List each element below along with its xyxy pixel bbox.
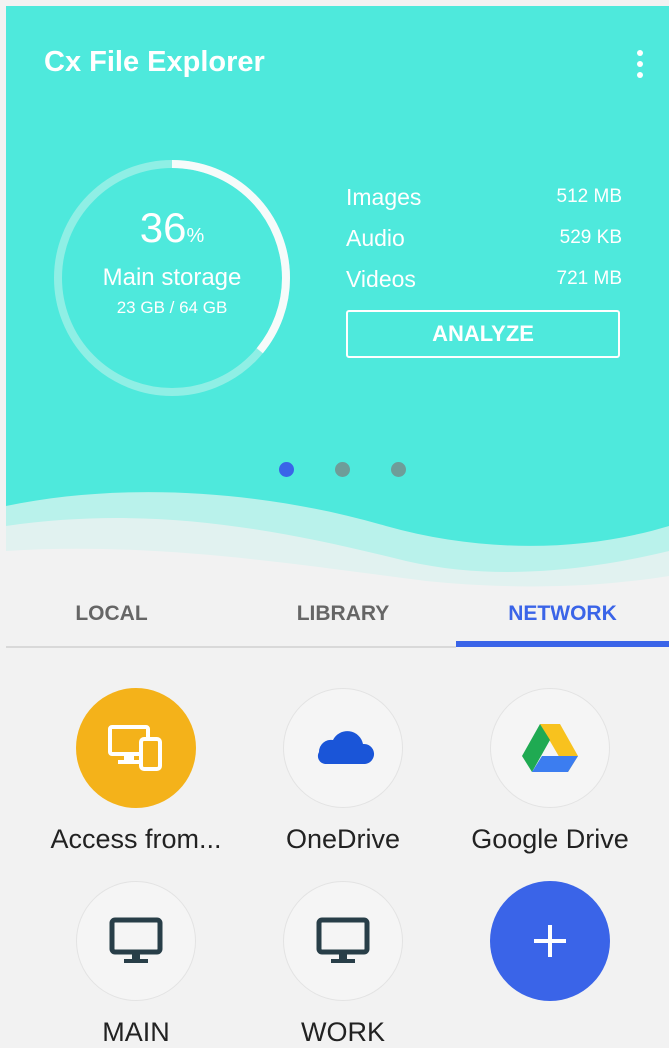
page-dot-1[interactable] <box>279 462 294 477</box>
add-network-button[interactable] <box>440 881 660 1001</box>
stat-value: 512 MB <box>556 186 622 207</box>
tab-local[interactable]: LOCAL <box>0 580 223 648</box>
stat-value: 529 KB <box>559 227 622 248</box>
tab-library[interactable]: LIBRARY <box>230 580 456 648</box>
analyze-button[interactable]: ANALYZE <box>346 310 620 358</box>
app-title: Cx File Explorer <box>44 46 265 78</box>
stat-row-audio: Audio 529 KB <box>346 225 622 266</box>
tab-active-indicator <box>456 641 669 647</box>
storage-percent: 36% <box>139 204 205 251</box>
tab-network[interactable]: NETWORK <box>456 580 669 648</box>
google-drive-icon <box>490 688 610 808</box>
storage-usage: 23 GB / 64 GB <box>116 298 228 317</box>
stat-row-videos: Videos 721 MB <box>346 266 622 307</box>
network-item-label: OneDrive <box>285 824 401 854</box>
network-item-label: Google Drive <box>471 824 629 854</box>
network-item-label: MAIN <box>102 1017 170 1047</box>
plus-icon <box>490 881 610 1001</box>
stat-value: 721 MB <box>556 268 622 289</box>
network-item-google-drive[interactable]: Google Drive <box>440 688 660 855</box>
stat-label: Videos <box>346 266 416 292</box>
page-dot-3[interactable] <box>391 462 406 477</box>
page-dot-2[interactable] <box>335 462 350 477</box>
network-item-onedrive[interactable]: OneDrive <box>233 688 453 855</box>
network-item-work[interactable]: WORK <box>233 881 453 1048</box>
stat-label: Images <box>346 184 422 210</box>
network-item-access[interactable]: Access from... <box>26 688 246 855</box>
network-item-main[interactable]: MAIN <box>26 881 246 1048</box>
storage-label: Main storage <box>102 264 242 291</box>
stat-label: Audio <box>346 225 405 251</box>
storage-stats: Images 512 MB Audio 529 KB Videos 721 MB <box>346 184 622 307</box>
devices-icon <box>76 688 196 808</box>
more-options-icon[interactable] <box>626 42 654 86</box>
tab-divider <box>6 646 456 648</box>
monitor-icon <box>76 881 196 1001</box>
monitor-icon <box>283 881 403 1001</box>
network-item-label: WORK <box>301 1017 385 1047</box>
tab-bar: LOCAL LIBRARY NETWORK <box>0 580 669 648</box>
onedrive-icon <box>283 688 403 808</box>
stat-row-images: Images 512 MB <box>346 184 622 225</box>
page-indicator <box>273 462 406 478</box>
network-item-label: Access from... <box>50 824 222 854</box>
